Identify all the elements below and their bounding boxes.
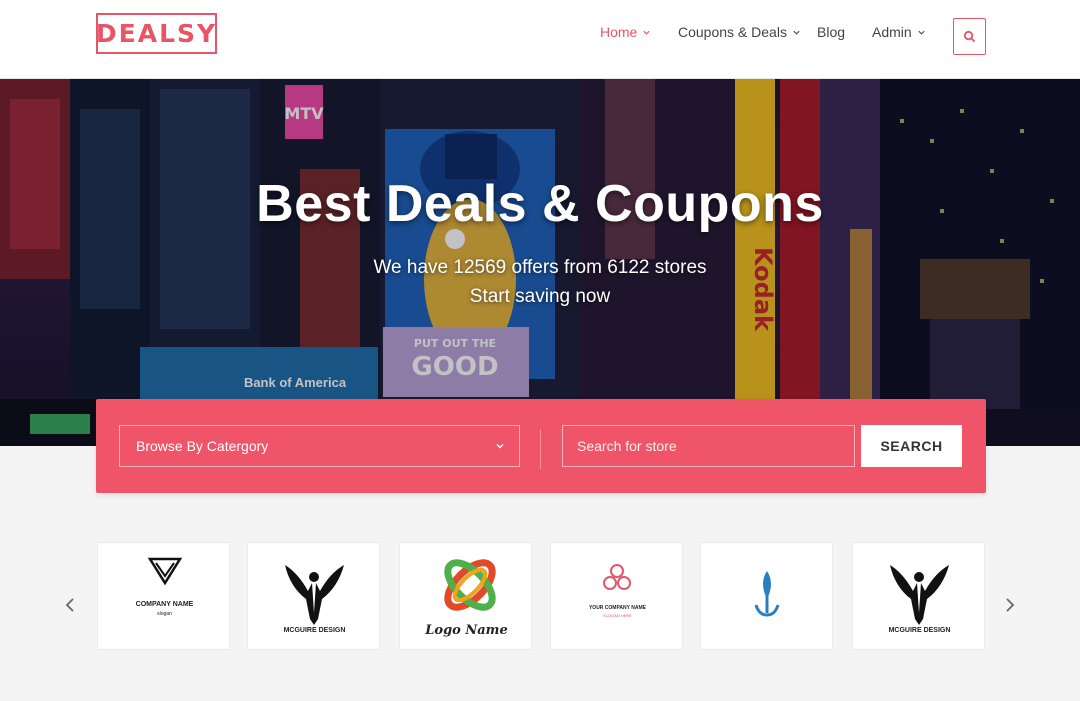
nav-item-home[interactable]: Home: [600, 22, 651, 42]
hexagon-cluster-logo: [603, 564, 631, 590]
nav-item-label: Home: [600, 24, 638, 40]
site-header: DEALSY Home Coupons & Deals Blog Admin: [0, 0, 1080, 79]
hero-subtitle-offers: We have 12569 offers from 6122 stores: [373, 257, 707, 278]
store-card[interactable]: MCGUIRE DESIGN: [247, 542, 380, 650]
search-divider: [540, 429, 541, 469]
store-tagline: slogan: [157, 611, 172, 617]
store-search-input[interactable]: [562, 425, 855, 467]
search-submit-button[interactable]: SEARCH: [861, 425, 962, 467]
chevron-left-icon: [65, 598, 74, 612]
anchor-leaf-logo: [754, 571, 780, 617]
nav-item-blog[interactable]: Blog: [817, 22, 845, 42]
chevron-down-icon: [793, 30, 800, 35]
eagle-logo: [285, 565, 344, 625]
nav-item-label: Admin: [872, 24, 912, 40]
store-name: YOUR COMPANY NAME: [588, 605, 647, 611]
carousel-prev-button[interactable]: [62, 594, 78, 616]
hero-title: Best Deals & Coupons: [256, 175, 824, 233]
header-search-button[interactable]: [953, 18, 986, 55]
nav-item-admin[interactable]: Admin: [872, 22, 926, 42]
chevron-down-icon: [918, 30, 925, 35]
nav-item-coupons-deals[interactable]: Coupons & Deals: [678, 22, 801, 42]
store-card[interactable]: YOUR COMPANY NAME SLOGAN HERE: [550, 542, 683, 650]
store-tagline: SLOGAN HERE: [603, 613, 632, 618]
hero-subtitle-cta: Start saving now: [469, 286, 611, 307]
site-logo[interactable]: DEALSY: [96, 13, 217, 54]
triangle-bird-logo: [147, 557, 183, 586]
search-panel: Browse By Catergory SEARCH: [96, 399, 986, 493]
nav-item-label: Coupons & Deals: [678, 24, 787, 40]
eagle-logo: [890, 565, 949, 625]
carousel-next-button[interactable]: [1002, 594, 1018, 616]
nav-item-label: Blog: [817, 24, 846, 40]
store-name: MCGUIRE DESIGN: [283, 627, 346, 634]
store-card[interactable]: MCGUIRE DESIGN: [852, 542, 985, 650]
chevron-right-icon: [1006, 598, 1015, 612]
store-card[interactable]: COMPANY NAME slogan: [97, 542, 230, 650]
category-select[interactable]: Browse By Catergory: [119, 425, 520, 467]
search-icon: [963, 30, 976, 43]
store-card[interactable]: [700, 542, 833, 650]
store-name: Logo Name: [425, 623, 508, 638]
store-card[interactable]: Logo Name: [399, 542, 532, 650]
chevron-down-icon: [496, 444, 504, 449]
store-name: MCGUIRE DESIGN: [888, 627, 951, 634]
chevron-down-icon: [643, 30, 650, 35]
hero-banner: MTV Bank of America PUT OUT THE GOOD Kod…: [0, 79, 1080, 446]
store-name: COMPANY NAME: [135, 601, 194, 608]
category-select-label: Browse By Catergory: [136, 438, 269, 454]
